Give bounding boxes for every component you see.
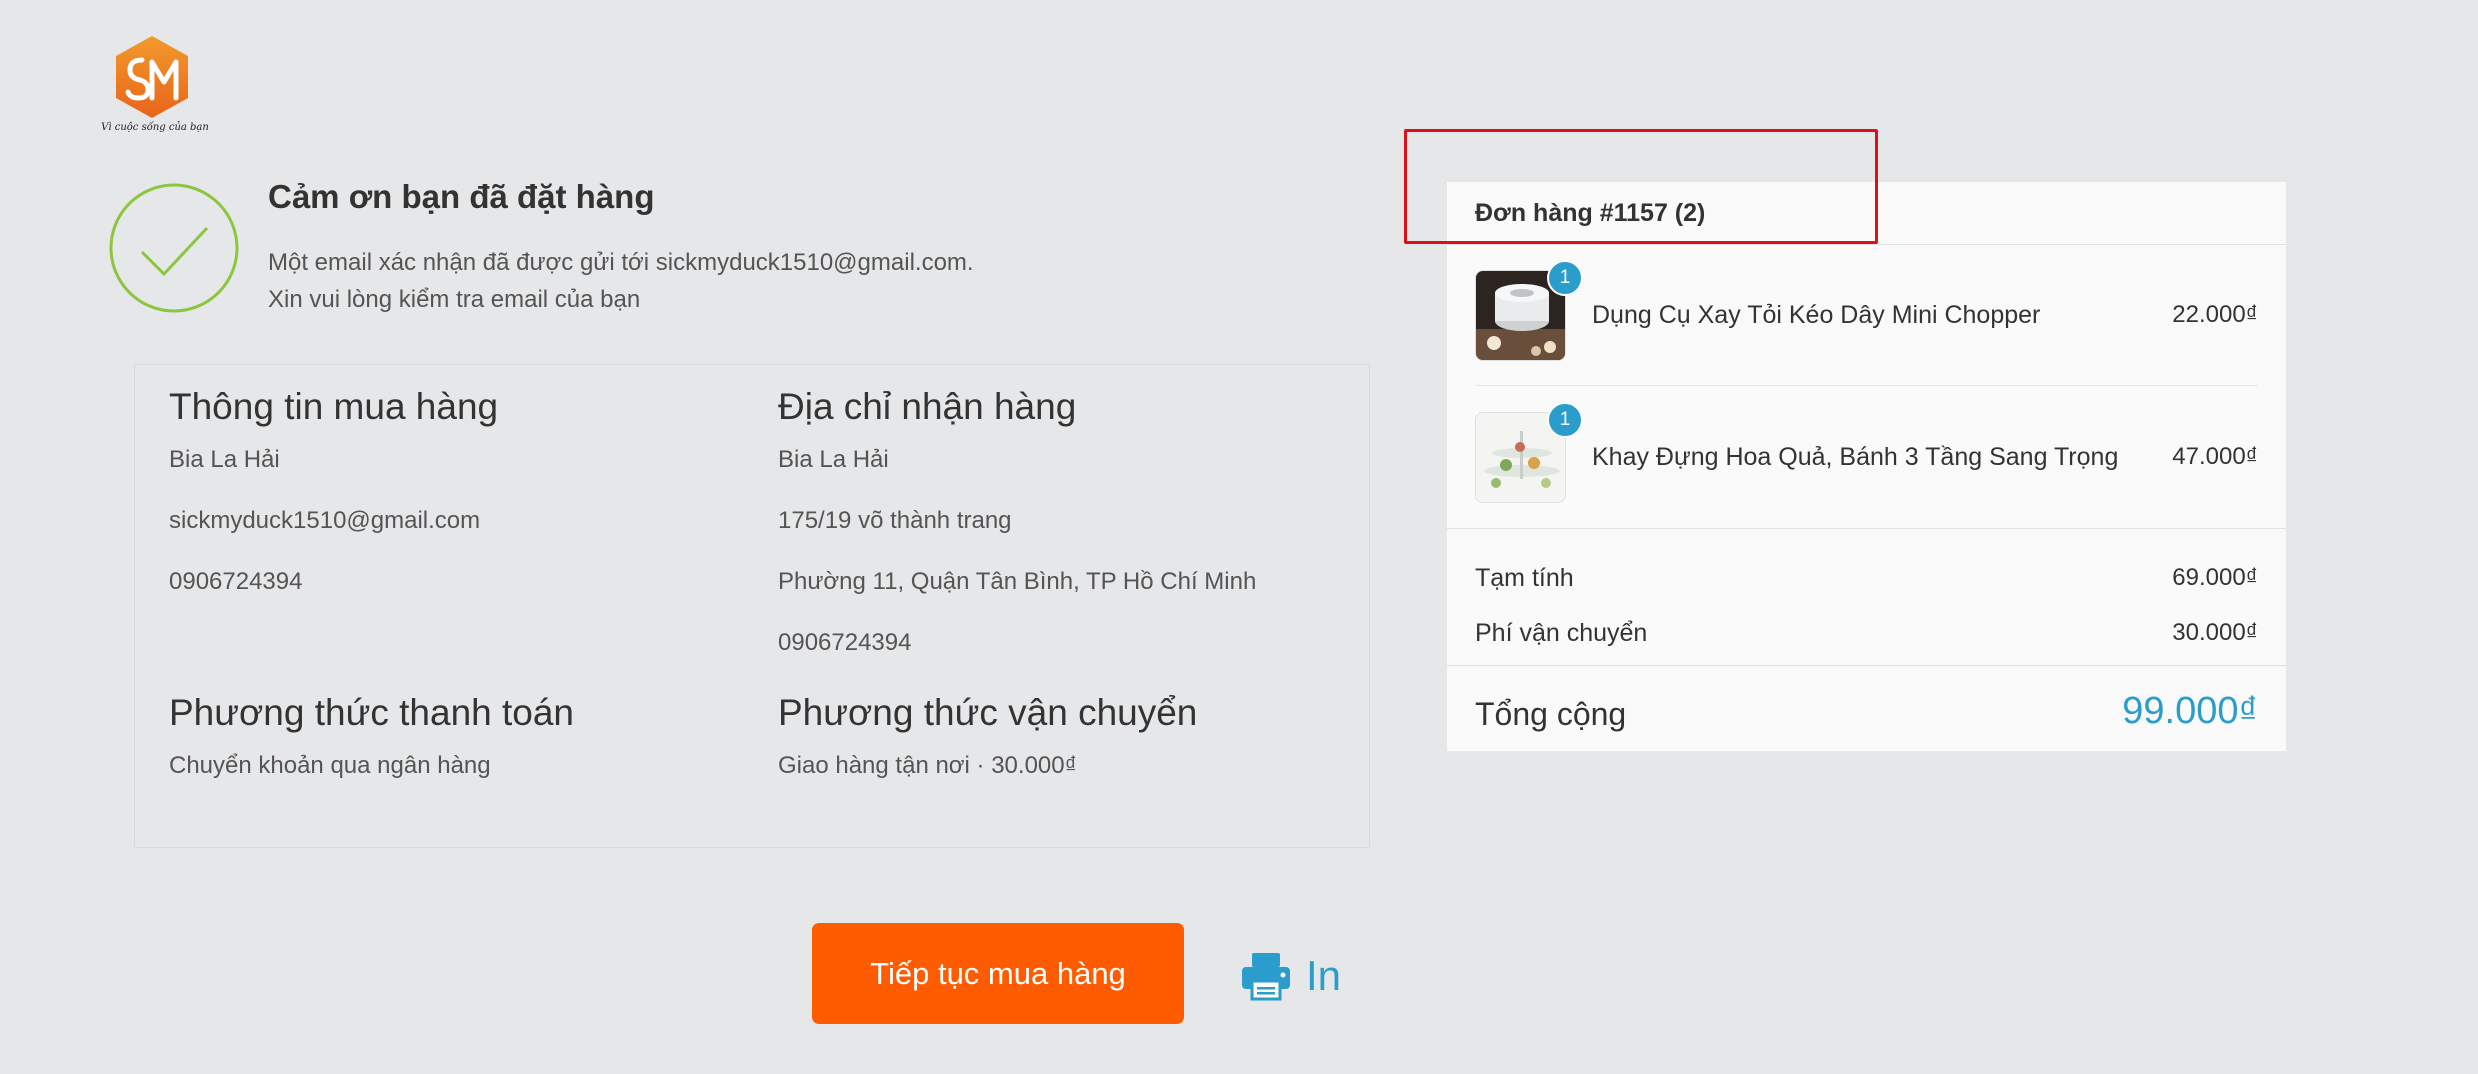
order-item: 1 Khay Đựng Hoa Quả, Bánh 3 Tầng Sang Tr…: [1475, 387, 2258, 528]
purchase-phone: 0906724394: [169, 568, 303, 595]
logo-mark-icon: [116, 36, 188, 118]
shipping-address-title: Địa chỉ nhận hàng: [778, 386, 1077, 427]
shipping-street: 175/19 võ thành trang: [778, 507, 1012, 534]
payment-method-value: Chuyển khoản qua ngân hàng: [169, 752, 491, 779]
purchase-name: Bia La Hải: [169, 446, 280, 473]
customer-info-box: Thông tin mua hàng Bia La Hải sickmyduck…: [134, 364, 1370, 848]
total-label: Tổng cộng: [1475, 696, 1627, 732]
shipping-method-title: Phương thức vận chuyển: [778, 692, 1198, 733]
print-label: In: [1306, 952, 1342, 999]
print-button[interactable]: In: [1240, 946, 1341, 1006]
shipping-address-section: Địa chỉ nhận hàng Bia La Hải 175/19 võ t…: [778, 385, 1256, 658]
subtotal-label: Tạm tính: [1475, 564, 1574, 592]
annotation-highlight-box: [1404, 129, 1878, 244]
payment-method-section: Phương thức thanh toán Chuyển khoản qua …: [169, 691, 574, 781]
item-name[interactable]: Khay Đựng Hoa Quả, Bánh 3 Tầng Sang Trọn…: [1592, 443, 2118, 472]
purchase-email: sickmyduck1510@gmail.com: [169, 507, 481, 534]
shipping-method-section: Phương thức vận chuyển Giao hàng tận nơi…: [778, 691, 1197, 781]
thanks-message: Một email xác nhận đã được gửi tới sickm…: [268, 244, 974, 318]
thanks-line-email: Một email xác nhận đã được gửi tới sickm…: [268, 249, 974, 276]
thanks-line-check: Xin vui lòng kiểm tra email của bạn: [268, 286, 641, 313]
check-circle-icon: [109, 183, 239, 313]
purchase-info-title: Thông tin mua hàng: [169, 386, 499, 427]
quantity-badge: 1: [1547, 402, 1583, 438]
shipping-district: Phường 11, Quận Tân Bình, TP Hồ Chí Minh: [778, 568, 1257, 595]
printer-icon: [1242, 953, 1290, 1001]
item-price: 47.000₫: [2172, 443, 2258, 470]
item-price: 22.000₫: [2172, 301, 2258, 328]
continue-shopping-button[interactable]: Tiếp tục mua hàng: [812, 923, 1184, 1024]
summary-divider: [1447, 528, 2286, 529]
shipping-fee-label: Phí vận chuyển: [1475, 619, 1648, 647]
order-item: 1 Dụng Cụ Xay Tỏi Kéo Dây Mini Chopper 2…: [1475, 245, 2258, 386]
brand-tagline: Vì cuộc sống của bạn: [101, 122, 209, 133]
shipping-phone: 0906724394: [778, 629, 912, 656]
shipping-name: Bia La Hải: [778, 446, 889, 473]
thanks-title: Cảm ơn bạn đã đặt hàng: [268, 178, 655, 215]
purchase-info-section: Thông tin mua hàng Bia La Hải sickmyduck…: [169, 385, 498, 597]
order-summary: Đơn hàng #1157 (2) 1 Dụng Cụ Xay Tỏi Kéo…: [1447, 182, 2286, 751]
quantity-badge: 1: [1547, 260, 1583, 296]
brand-logo[interactable]: Vì cuộc sống của bạn: [100, 34, 210, 140]
summary-divider: [1447, 665, 2286, 666]
item-name[interactable]: Dụng Cụ Xay Tỏi Kéo Dây Mini Chopper: [1592, 301, 2040, 330]
total-value: 99.000₫: [2122, 690, 2258, 732]
payment-method-title: Phương thức thanh toán: [169, 692, 575, 733]
shipping-fee-value: 30.000₫: [2172, 619, 2258, 646]
shipping-method-value: Giao hàng tận nơi · 30.000₫: [778, 752, 1077, 779]
subtotal-value: 69.000₫: [2172, 564, 2258, 591]
